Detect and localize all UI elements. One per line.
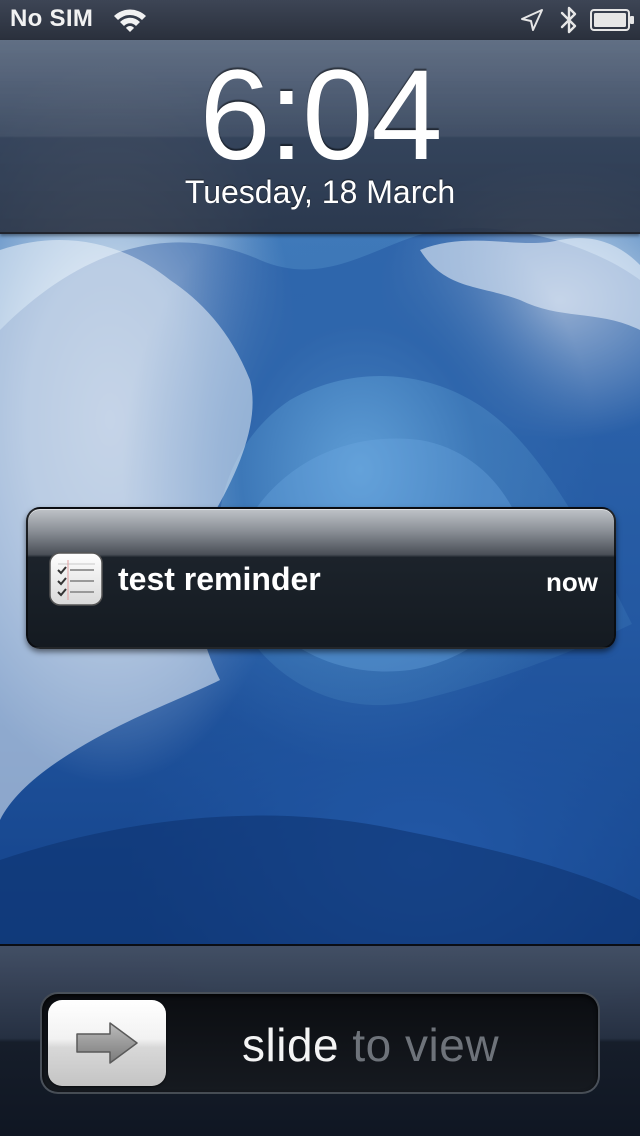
reminder-notification[interactable]: test reminder now bbox=[26, 507, 616, 649]
slide-label-rest: to view bbox=[339, 1019, 500, 1071]
lock-clock-bar: 6:04 Tuesday, 18 March bbox=[0, 40, 640, 234]
carrier-label: No SIM bbox=[10, 5, 94, 32]
reminders-icon bbox=[49, 552, 103, 606]
clock-date: Tuesday, 18 March bbox=[184, 174, 456, 210]
slide-label-highlight: slide bbox=[242, 1019, 340, 1071]
slide-to-view-label: slide to view bbox=[242, 1018, 499, 1072]
clock-time: 6:04 bbox=[199, 44, 442, 187]
arrow-icon bbox=[76, 1022, 138, 1064]
notification-title: test reminder bbox=[118, 561, 321, 597]
lock-screen: No SIM 6:04 Tuesday, 18 March test remin… bbox=[0, 0, 640, 1136]
battery-icon bbox=[590, 9, 634, 31]
notification-time: now bbox=[546, 567, 598, 597]
location-icon bbox=[521, 9, 543, 31]
unlock-bar: slide to view bbox=[0, 944, 640, 1136]
slider-knob[interactable] bbox=[48, 1000, 166, 1086]
wifi-icon bbox=[114, 9, 146, 32]
status-bar: No SIM bbox=[0, 0, 640, 40]
bluetooth-icon bbox=[560, 6, 577, 34]
slide-to-view-slider[interactable]: slide to view bbox=[40, 992, 600, 1094]
